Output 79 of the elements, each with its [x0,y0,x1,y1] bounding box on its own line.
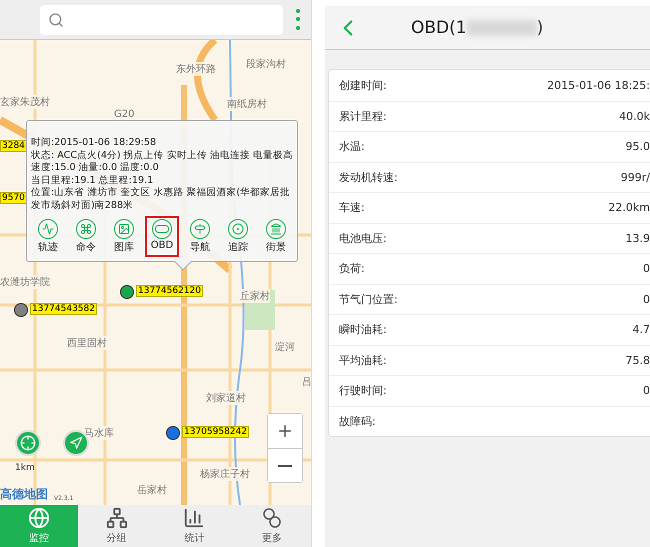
field-value: 0 [643,384,650,398]
place-label: 玄家朱茂村 [0,95,50,109]
plate-label[interactable]: 13705958242 [182,426,249,438]
action-button[interactable]: 导航 [183,216,217,257]
action-button[interactable]: 街景 [259,216,293,257]
field-value: 22.0km [608,201,650,214]
place-label: 东外环路 [176,62,216,76]
field-label: 行驶时间: [339,383,387,398]
arrow-icon [69,436,83,450]
action-button[interactable]: 命令 [69,216,103,257]
field-label: 累计里程: [339,108,387,124]
info-line: 当日里程:19.1 总里程:19.1 [31,174,154,187]
place-label: G20 [114,109,134,120]
map-logo: 高德地图 [0,486,48,503]
place-label: 岳家村 [137,483,167,497]
field-label: 车速: [339,200,365,216]
field-value: 75.8 [626,354,650,367]
action-button[interactable]: 轨迹 [31,216,65,257]
field-value: 999r/ [620,170,650,184]
search-icon [48,12,64,28]
place-label: 段家沟村 [246,57,286,71]
place-label: 农潍坊学院 [0,275,50,289]
field-label: 水温: [339,139,365,154]
field-label: 平均油耗: [339,352,387,368]
map[interactable] [0,40,311,505]
field-label: 瞬时油耗: [339,322,387,338]
globe-icon [28,507,50,529]
building-icon [270,223,282,235]
place-label: 南纸房村 [227,97,267,111]
plate-label[interactable]: 13774543582 [30,303,97,315]
signpost-icon [194,223,206,235]
line-chart-icon [42,223,54,235]
minus-icon [278,464,292,466]
place-label: 淀河 [275,340,295,354]
action-button[interactable]: OBD [145,216,179,257]
circles-icon [261,507,284,529]
field-label: 故障码: [339,414,376,429]
place-label: 刘家道村 [206,391,246,405]
action-button[interactable]: 追踪 [221,216,255,257]
plate-label[interactable]: 3284 [0,140,27,152]
hierarchy-icon [106,507,128,529]
locate-button[interactable] [15,430,41,456]
field-value: 0 [643,292,650,306]
place-label: 杨家庄子村 [200,467,250,481]
info-line: 速度:15.0 油量:0.0 温度:0.0 [31,162,160,174]
info-line: 位置:山东省 潍坊市 奎文区 水惠路 聚福园酒家(华都家居批发市场斜对面)南288米 [31,187,292,212]
field-label: 负荷: [339,261,365,276]
field-value: 0 [643,262,650,276]
info-line: 状态: ACC点火(4分) 拐点上传 实时上传 油电连接 电量极高 [31,150,293,162]
vehicle-marker[interactable] [166,426,180,440]
command-icon [80,223,92,235]
obd-icon [152,219,172,239]
place-label: 西里固村 [67,336,107,350]
action-button[interactable]: 图库 [107,216,141,257]
place-label: 吕 [302,375,311,389]
field-label: 发动机转速: [339,170,398,185]
field-label: 电池电压: [339,230,387,246]
info-line: 时间:2015-01-06 18:29:58 [31,137,158,150]
plate-label[interactable]: 13774562120 [136,285,203,297]
picture-icon [118,223,130,235]
scale-label: 1km [15,463,35,473]
field-label: 创建时间: [339,78,387,93]
field-value: 40.0k [619,110,650,123]
place-label: 丘家村 [240,289,270,303]
page-title: OBD(1 ) [411,18,544,38]
field-value: 13.9 [626,232,650,245]
field-value: 95.0 [626,140,650,154]
zoom-out-button[interactable] [268,448,302,482]
vehicle-marker[interactable] [120,285,134,299]
vehicle-marker[interactable] [14,303,28,317]
bar-chart-icon [183,507,206,529]
field-label: 节气门位置: [339,292,398,307]
field-value: 2015-01-06 18:25: [547,78,650,92]
target-icon [232,223,244,235]
search-field[interactable] [40,4,283,34]
plus-icon [276,422,294,440]
field-value: 4.7 [632,323,650,336]
plate-label[interactable]: 9570 [0,192,27,204]
crosshair-icon [20,435,36,451]
